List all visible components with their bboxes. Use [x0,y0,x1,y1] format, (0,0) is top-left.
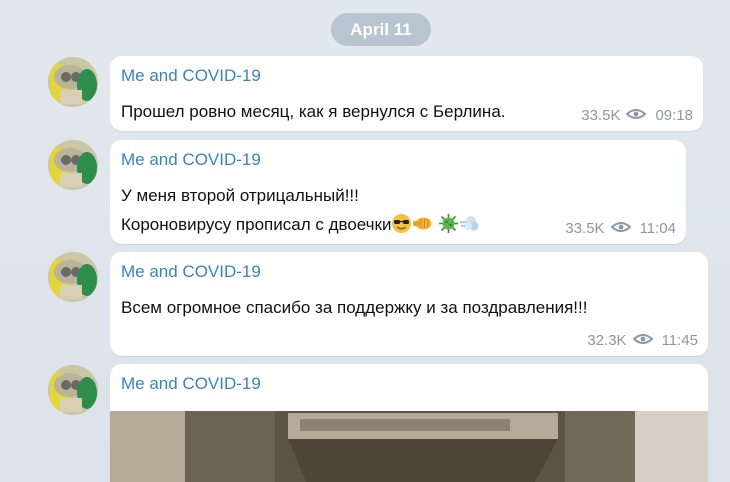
eye-icon [632,332,654,349]
avatar[interactable] [48,252,98,302]
message-text: Короновирусу прописал с двоечки [121,215,392,234]
avatar[interactable] [48,365,98,415]
sender-name[interactable]: Me and COVID-19 [121,150,261,170]
message-bubble[interactable]: Me and COVID-19 Всем огромное спасибо за… [110,252,708,356]
virus-emoji [438,213,459,234]
eye-icon [625,107,647,124]
message-meta: 33.5K 09:18 [581,107,693,124]
message-text: Прошел ровно месяц, как я вернулся с Бер… [121,102,506,121]
message-bubble[interactable]: Me and COVID-19 Прошел ровно месяц, как … [110,56,703,131]
message-time: 11:04 [639,220,676,237]
sunglasses-emoji [391,213,412,234]
view-count: 32.3K [587,332,627,349]
message-text-line2: Короновирусу прописал с двоечки [121,213,480,235]
fist-emoji [412,213,433,234]
message-time: 09:18 [655,107,693,124]
avatar[interactable] [48,140,98,190]
message-text: У меня второй отрицальный!!! [121,186,359,205]
message-bubble[interactable]: Me and COVID-19 У меня второй отрицальны… [110,140,686,244]
sender-name[interactable]: Me and COVID-19 [121,66,261,86]
avatar[interactable] [48,57,98,107]
message-time: 11:45 [661,332,698,349]
photo-attachment[interactable] [110,411,708,482]
sender-name[interactable]: Me and COVID-19 [121,262,261,282]
message-meta: 32.3K 11:45 [587,332,698,349]
date-separator: April 11 [331,13,431,46]
message-text: Всем огромное спасибо за поддержку и за … [121,298,588,317]
sender-name[interactable]: Me and COVID-19 [121,374,261,394]
view-count: 33.5K [565,220,605,237]
chat-area[interactable]: April 11 Me and COVID-19 Прошел ровно ме… [0,0,730,482]
dash-emoji [459,213,480,234]
view-count: 33.5K [581,107,621,124]
eye-icon [610,220,632,237]
message-meta: 33.5K 11:04 [565,220,676,237]
